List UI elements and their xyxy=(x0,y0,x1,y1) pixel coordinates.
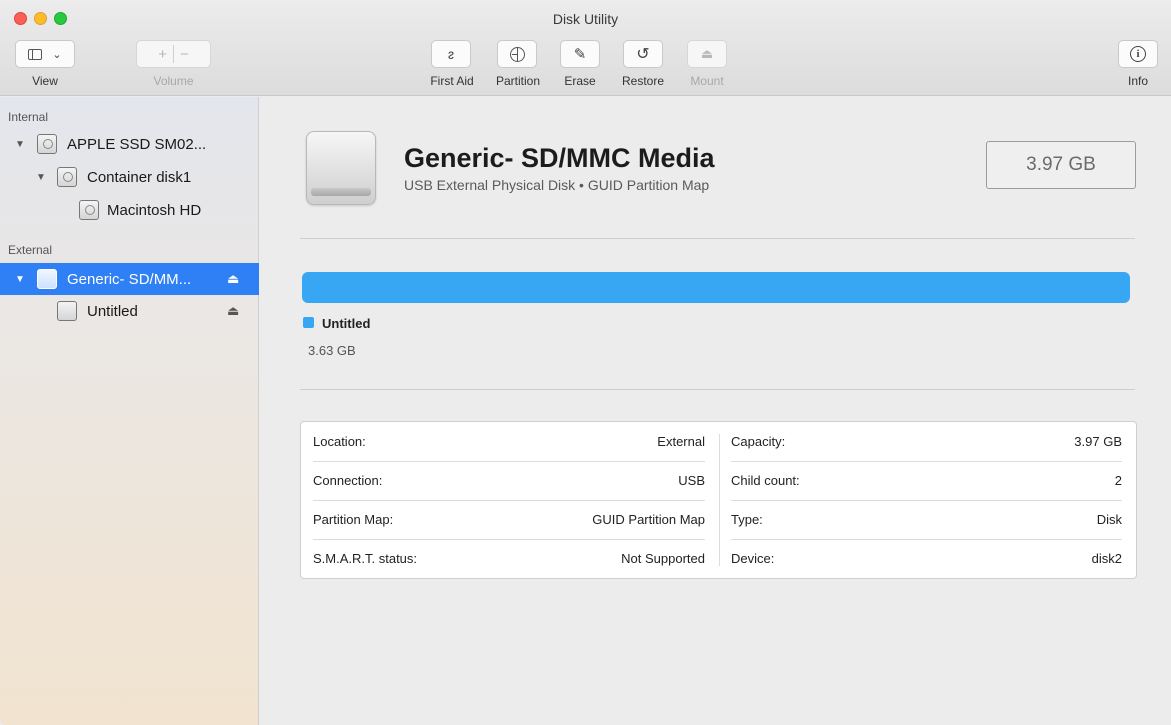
info-row-device: Device: disk2 xyxy=(731,539,1122,578)
volume-icon xyxy=(79,200,99,220)
info-value: USB xyxy=(678,473,705,488)
titlebar: Disk Utility ⌄ View + − Volume ᴤ First A… xyxy=(0,0,1171,96)
chevron-down-icon: ⌄ xyxy=(52,48,62,61)
external-disk-icon xyxy=(37,269,57,289)
first-aid-label: First Aid xyxy=(430,74,474,88)
restore-label: Restore xyxy=(621,74,665,88)
sidebar-item-label: Macintosh HD xyxy=(107,201,202,219)
disk-utility-window: Disk Utility ⌄ View + − Volume ᴤ First A… xyxy=(0,0,1171,725)
internal-disk-icon xyxy=(37,134,57,154)
segment-divider xyxy=(173,45,174,63)
info-value: 2 xyxy=(1114,473,1122,488)
info-row-smart-status: S.M.A.R.T. status: Not Supported xyxy=(313,539,705,578)
info-key: Capacity: xyxy=(731,434,786,449)
legend-swatch xyxy=(303,317,314,328)
info-label: Info xyxy=(1127,74,1148,88)
pie-chart-icon xyxy=(509,46,525,62)
erase-button[interactable]: ✎ xyxy=(560,40,600,68)
info-key: Location: xyxy=(313,434,366,449)
eraser-icon: ✎ xyxy=(573,46,587,63)
info-row-type: Type: Disk xyxy=(731,500,1122,539)
sidebar-item-container-disk1[interactable]: ▼ Container disk1 xyxy=(0,161,259,193)
info-value: External xyxy=(657,434,705,449)
partition-button[interactable] xyxy=(497,40,537,68)
info-key: Connection: xyxy=(313,473,383,488)
sidebar-item-generic-sd[interactable]: ▼ Generic- SD/MM... ⏏ xyxy=(0,263,259,295)
info-key: S.M.A.R.T. status: xyxy=(313,551,418,566)
column-divider xyxy=(719,434,720,566)
info-value: GUID Partition Map xyxy=(592,512,705,527)
info-value: disk2 xyxy=(1091,551,1122,566)
info-key: Partition Map: xyxy=(313,512,394,527)
sidebar-item-untitled[interactable]: Untitled ⏏ xyxy=(0,295,259,327)
info-row-partition-map: Partition Map: GUID Partition Map xyxy=(313,500,705,539)
sidebar-item-label: APPLE SSD SM02... xyxy=(67,135,207,153)
sidebar-icon xyxy=(28,48,43,60)
disclosure-triangle-icon[interactable]: ▼ xyxy=(15,274,25,285)
eject-icon[interactable]: ⏏ xyxy=(227,271,239,287)
legend-name: Untitled xyxy=(322,316,371,331)
partition-usage-bar[interactable] xyxy=(302,272,1130,303)
info-row-connection: Connection: USB xyxy=(313,461,705,500)
info-table: Location: External Connection: USB Parti… xyxy=(300,421,1137,579)
info-key: Child count: xyxy=(731,473,800,488)
disclosure-triangle-icon[interactable]: ▼ xyxy=(36,172,46,183)
info-icon: i xyxy=(1130,46,1146,62)
sidebar-item-label: Generic- SD/MM... xyxy=(67,270,192,288)
sidebar-item-macintosh-hd[interactable]: Macintosh HD xyxy=(0,194,259,226)
info-value: Disk xyxy=(1096,512,1122,527)
container-disk-icon xyxy=(57,167,77,187)
info-row-child-count: Child count: 2 xyxy=(731,461,1122,500)
view-button[interactable]: ⌄ xyxy=(15,40,75,68)
sidebar-item-label: Container disk1 xyxy=(87,168,192,186)
main-pane: Generic- SD/MMC Media USB External Physi… xyxy=(260,97,1171,725)
sidebar: Internal ▼ APPLE SSD SM02... ▼ Container… xyxy=(0,97,259,725)
restore-arrow-icon: ↺ xyxy=(636,46,650,63)
info-button[interactable]: i xyxy=(1118,40,1158,68)
external-disk-icon xyxy=(306,131,376,205)
partition-label: Partition xyxy=(495,74,541,88)
first-aid-button[interactable]: ᴤ xyxy=(431,40,471,68)
info-row-capacity: Capacity: 3.97 GB xyxy=(731,422,1122,461)
restore-button[interactable]: ↺ xyxy=(623,40,663,68)
view-label: View xyxy=(32,74,58,88)
mount-icon: ⏏ xyxy=(700,46,714,61)
disk-subtitle: USB External Physical Disk • GUID Partit… xyxy=(404,177,710,193)
info-value: 3.97 GB xyxy=(1074,434,1122,449)
sidebar-item-apple-ssd[interactable]: ▼ APPLE SSD SM02... xyxy=(0,128,259,160)
mount-button[interactable]: ⏏ xyxy=(687,40,727,68)
info-value: Not Supported xyxy=(621,551,705,566)
window-title: Disk Utility xyxy=(552,11,619,27)
erase-label: Erase xyxy=(564,74,596,88)
minus-icon: − xyxy=(180,45,189,63)
legend-size: 3.63 GB xyxy=(308,343,356,358)
info-key: Type: xyxy=(731,512,763,527)
info-key: Device: xyxy=(731,551,775,566)
volume-label: Volume xyxy=(153,74,194,88)
sidebar-header-external: External xyxy=(8,243,53,257)
disclosure-triangle-icon[interactable]: ▼ xyxy=(15,139,25,150)
plus-icon: + xyxy=(158,45,167,63)
volume-segment[interactable]: + − xyxy=(136,40,211,68)
info-row-location: Location: External xyxy=(313,422,705,461)
sidebar-item-label: Untitled xyxy=(87,302,138,320)
eject-icon[interactable]: ⏏ xyxy=(227,303,239,319)
divider xyxy=(300,389,1135,390)
disk-title: Generic- SD/MMC Media xyxy=(404,143,715,173)
volume-icon xyxy=(57,301,77,321)
stethoscope-icon: ᴤ xyxy=(448,46,454,62)
mount-label: Mount xyxy=(690,74,724,88)
sidebar-header-internal: Internal xyxy=(8,110,49,124)
divider xyxy=(300,238,1135,239)
capacity-badge: 3.97 GB xyxy=(986,141,1136,189)
